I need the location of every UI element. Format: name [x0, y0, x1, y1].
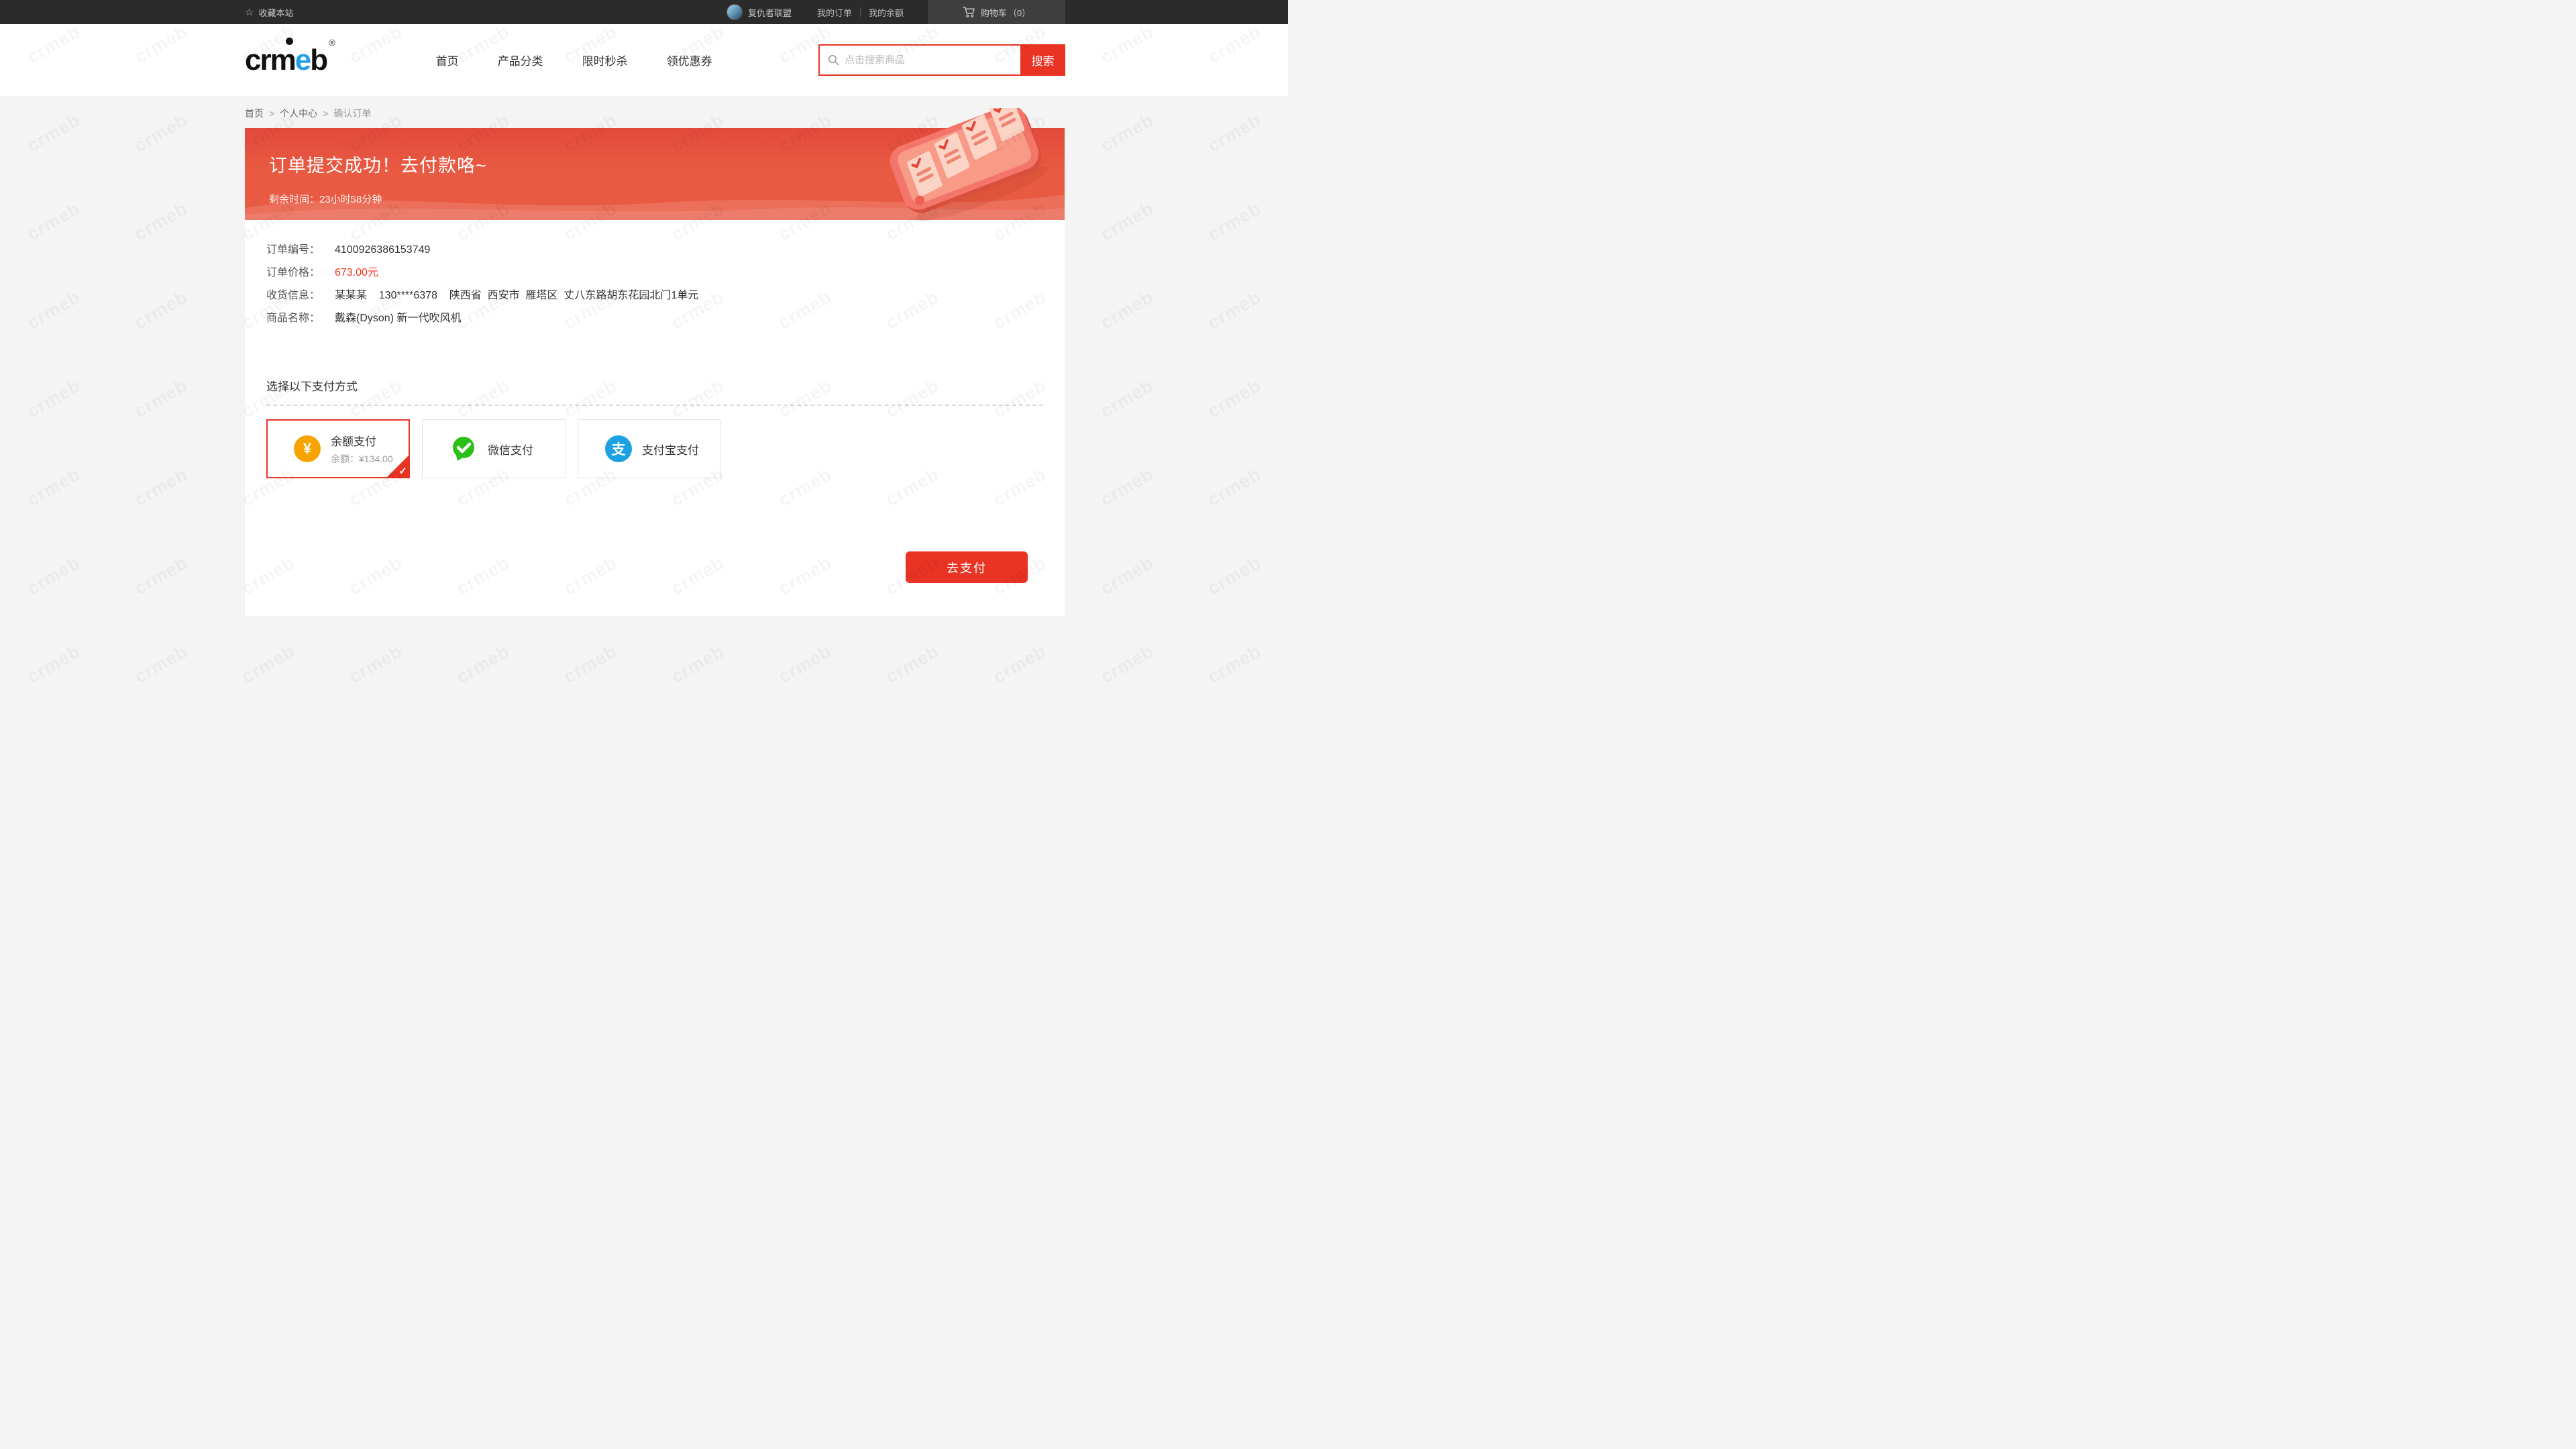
- username: 复仇者联盟: [748, 6, 792, 19]
- order-detail-panel: 订单编号： 4100926386153749 订单价格： 673.00元 收货信…: [245, 220, 1065, 616]
- payment-methods: ¥ 余额支付 余额：¥134.00 ✓ 微信支付 支: [266, 419, 1043, 478]
- logo-text-e: e: [295, 46, 310, 75]
- payment-name: 支付宝支付: [642, 441, 699, 458]
- logo-dot: [286, 38, 293, 45]
- favorite-site[interactable]: ☆ 收藏本站: [245, 0, 293, 24]
- search-bar: 搜索: [818, 44, 1065, 76]
- favorite-site-label: 收藏本站: [258, 6, 293, 19]
- order-success-banner: 订单提交成功！去付款咯~ 剩余时间：23小时58分钟: [245, 128, 1065, 220]
- nav-categories[interactable]: 产品分类: [498, 52, 543, 68]
- balance-amount: 余额：¥134.00: [331, 452, 393, 466]
- product-name-row: 商品名称： 戴森(Dyson) 新一代吹风机: [266, 307, 1043, 330]
- topbar: ☆ 收藏本站 复仇者联盟 我的订单 我的余额 购物车 （0）: [0, 0, 1288, 24]
- shipping-info-row: 收货信息： 某某某 130****6378 陕西省 西安市 雁塔区 丈八东路胡东…: [266, 284, 1043, 307]
- main-nav: 首页 产品分类 限时秒杀 领优惠券: [436, 52, 712, 68]
- breadcrumb-home[interactable]: 首页: [245, 107, 264, 120]
- user-account[interactable]: 复仇者联盟: [727, 0, 809, 24]
- breadcrumb-separator: >: [269, 108, 274, 119]
- product-name-label: 商品名称：: [266, 307, 325, 330]
- logo-text-cr: cr: [245, 46, 270, 75]
- search-icon: [828, 54, 839, 66]
- payment-option-balance[interactable]: ¥ 余额支付 余额：¥134.00 ✓: [266, 419, 410, 478]
- logo-text-b: b: [310, 46, 327, 75]
- my-balance-link[interactable]: 我的余额: [861, 6, 912, 19]
- go-pay-button[interactable]: 去支付: [906, 551, 1028, 583]
- crmeb-logo[interactable]: cr m e b ®: [245, 46, 335, 75]
- cart-button[interactable]: 购物车 （0）: [928, 0, 1065, 24]
- payment-name: 余额支付: [331, 432, 393, 449]
- banner-title: 订单提交成功！去付款咯~: [269, 151, 1065, 177]
- order-number-value: 4100926386153749: [335, 239, 430, 262]
- breadcrumb-current: 确认订单: [333, 107, 371, 120]
- site-header: cr m e b ® 首页 产品分类 限时秒杀 领优惠券 搜索: [0, 24, 1288, 96]
- nav-home[interactable]: 首页: [436, 52, 459, 68]
- avatar: [727, 4, 743, 20]
- registered-mark: ®: [329, 38, 335, 48]
- search-input[interactable]: [845, 54, 1012, 66]
- my-orders-link[interactable]: 我的订单: [809, 6, 860, 19]
- yuan-icon: ¥: [294, 435, 321, 462]
- order-price-value: 673.00元: [335, 262, 378, 284]
- nav-coupons[interactable]: 领优惠券: [667, 52, 712, 68]
- breadcrumb-user-center[interactable]: 个人中心: [280, 107, 317, 120]
- product-name-value: 戴森(Dyson) 新一代吹风机: [335, 307, 461, 330]
- order-number-label: 订单编号：: [266, 239, 325, 262]
- logo-text-m: m: [270, 46, 295, 75]
- nav-flash-sale[interactable]: 限时秒杀: [582, 52, 628, 68]
- check-icon: ✓: [398, 465, 407, 477]
- payment-option-alipay[interactable]: 支 支付宝支付: [578, 419, 721, 478]
- search-button[interactable]: 搜索: [1020, 44, 1065, 76]
- content-column: 订单提交成功！去付款咯~ 剩余时间：23小时58分钟: [245, 128, 1065, 616]
- breadcrumb: 首页 > 个人中心 > 确认订单: [245, 107, 1288, 120]
- alipay-icon: 支: [605, 435, 632, 462]
- cart-icon: [963, 6, 975, 18]
- order-price-row: 订单价格： 673.00元: [266, 262, 1043, 284]
- breadcrumb-separator: >: [323, 108, 328, 119]
- wechat-icon: [449, 435, 478, 462]
- topbar-spacer: [1065, 0, 1288, 24]
- order-price-label: 订单价格：: [266, 262, 325, 284]
- dashed-divider: [266, 405, 1043, 406]
- payment-name: 微信支付: [488, 441, 533, 458]
- payment-section-title: 选择以下支付方式: [266, 377, 1043, 394]
- cart-label: 购物车: [981, 6, 1007, 19]
- payment-option-wechat[interactable]: 微信支付: [422, 419, 566, 478]
- order-number-row: 订单编号： 4100926386153749: [266, 239, 1043, 262]
- star-icon: ☆: [245, 7, 254, 17]
- banner-countdown: 剩余时间：23小时58分钟: [269, 192, 1065, 206]
- shipping-info-label: 收货信息：: [266, 284, 325, 307]
- cart-count: （0）: [1008, 6, 1030, 19]
- shipping-info-value: 某某某 130****6378 陕西省 西安市 雁塔区 丈八东路胡东花园北门1单…: [335, 284, 698, 307]
